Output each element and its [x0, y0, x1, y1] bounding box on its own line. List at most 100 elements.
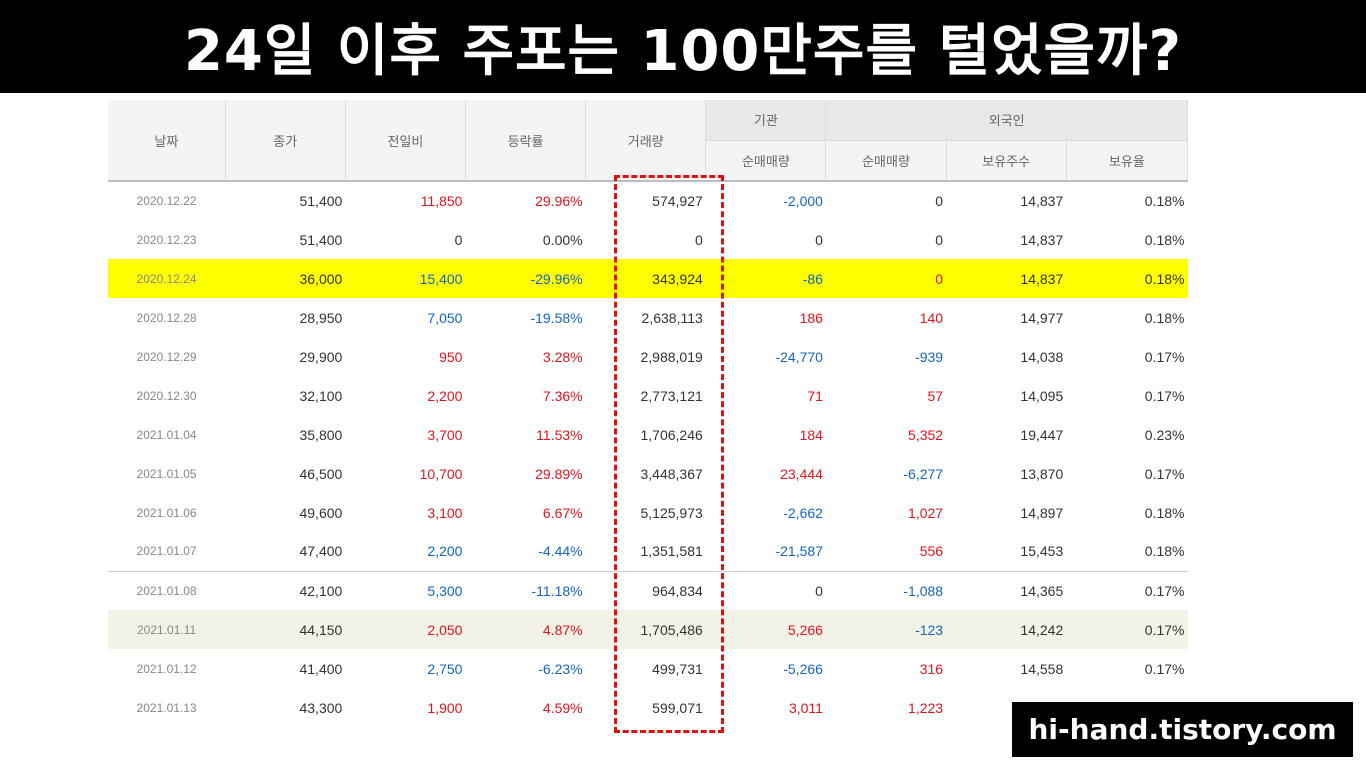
- cell-foreign-net: 57: [927, 387, 944, 404]
- cell-ratio: 0.17%: [1066, 570, 1188, 610]
- header-holdings: 보유주수: [946, 140, 1067, 182]
- cell-foreign-net: -123: [825, 610, 947, 649]
- cell-close: 47,400: [299, 543, 343, 560]
- cell-holdings: 14,558: [1020, 660, 1064, 677]
- cell-close: 42,100: [225, 570, 346, 610]
- header-rate: 등락률: [465, 100, 587, 182]
- cell-foreign-net: 1,027: [908, 504, 944, 521]
- cell-ratio: 0.18%: [1144, 309, 1185, 326]
- cell-ratio: 0.23%: [1144, 426, 1185, 443]
- cell-foreign-net: 140: [919, 309, 944, 326]
- cell-holdings: 14,837: [1020, 193, 1064, 209]
- cell-rate: -29.96%: [465, 259, 586, 298]
- cell-change: 0: [454, 231, 463, 248]
- cell-rate: -11.18%: [465, 570, 586, 610]
- cell-foreign-net: -1,088: [825, 570, 947, 610]
- cell-close: 36,000: [225, 259, 346, 298]
- header-volume: 거래량: [585, 100, 707, 182]
- header-ratio: 보유율: [1066, 140, 1189, 182]
- cell-close: 51,400: [299, 193, 343, 209]
- cell-date: 2021.01.06: [136, 505, 197, 520]
- title-banner: 24일 이후 주포는 100만주를 털었을까?: [0, 0, 1366, 93]
- cell-date: 2020.12.22: [136, 194, 197, 208]
- header-foreign: 외국인: [825, 100, 1188, 141]
- cell-holdings: 14,977: [1020, 309, 1064, 326]
- table-header: 날짜 종가 전일비 등락률 거래량 기관 외국인 순매매량 순매매량 보유주수 …: [108, 100, 1189, 182]
- cell-rate: 29.89%: [535, 465, 583, 482]
- cell-change: 1,900: [427, 699, 463, 716]
- cell-close: 51,400: [299, 231, 343, 248]
- cell-close: 41,400: [299, 660, 343, 677]
- cell-foreign-net: 5,352: [908, 426, 944, 443]
- cell-holdings: 14,897: [1020, 504, 1064, 521]
- cell-change: 2,200: [427, 543, 463, 560]
- cell-ratio: 0.17%: [1144, 348, 1185, 365]
- cell-rate: 3.28%: [542, 348, 583, 365]
- cell-change: 10,700: [419, 465, 463, 482]
- cell-change: 950: [439, 348, 463, 365]
- cell-close: 46,500: [299, 465, 343, 482]
- cell-change: 5,300: [345, 570, 466, 610]
- cell-holdings: 19,447: [1020, 426, 1064, 443]
- cell-ratio: 0.18%: [1144, 193, 1185, 209]
- cell-foreign-net: 0: [935, 231, 944, 248]
- cell-ratio: 0.18%: [1144, 543, 1185, 560]
- cell-rate: 0.00%: [542, 231, 583, 248]
- cell-rate: 7.36%: [542, 387, 583, 404]
- header-date: 날짜: [108, 100, 226, 182]
- cell-holdings: 14,242: [946, 610, 1067, 649]
- cell-foreign-net: -6,277: [903, 465, 944, 482]
- cell-ratio: 0.18%: [1066, 259, 1188, 298]
- cell-date: 2020.12.24: [108, 259, 226, 298]
- cell-ratio: 0.17%: [1144, 660, 1185, 677]
- cell-close: 29,900: [299, 348, 343, 365]
- cell-rate: 6.67%: [542, 504, 583, 521]
- cell-foreign-net: 556: [919, 543, 944, 560]
- cell-rate: 29.96%: [535, 193, 583, 209]
- cell-rate: -19.58%: [530, 309, 583, 326]
- cell-change: 2,050: [345, 610, 466, 649]
- cell-ratio: 0.17%: [1144, 387, 1185, 404]
- cell-holdings: 14,095: [1020, 387, 1064, 404]
- cell-change: 11,850: [420, 193, 463, 209]
- cell-change: 7,050: [427, 309, 463, 326]
- cell-close: 32,100: [299, 387, 343, 404]
- header-close: 종가: [225, 100, 346, 182]
- cell-date: 2021.01.04: [136, 427, 197, 442]
- cell-date: 2020.12.29: [136, 349, 197, 364]
- cell-foreign-net: 0: [825, 259, 947, 298]
- watermark: hi-hand.tistory.com: [1010, 700, 1355, 759]
- cell-date: 2021.01.13: [136, 700, 197, 715]
- cell-close: 35,800: [299, 426, 343, 443]
- cell-rate: 4.87%: [465, 610, 586, 649]
- cell-ratio: 0.18%: [1144, 231, 1185, 248]
- cell-holdings: 13,870: [1020, 465, 1064, 482]
- cell-change: 15,400: [345, 259, 466, 298]
- header-institution: 기관: [705, 100, 827, 141]
- cell-change: 2,200: [427, 387, 463, 404]
- cell-foreign-net: -939: [915, 348, 944, 365]
- cell-holdings: 14,365: [946, 570, 1067, 610]
- cell-rate: -4.44%: [538, 543, 583, 560]
- cell-date: 2021.01.07: [136, 544, 197, 559]
- cell-holdings: 14,837: [946, 259, 1067, 298]
- header-foreign-net: 순매매량: [825, 140, 947, 182]
- cell-date: 2020.12.28: [136, 310, 197, 325]
- cell-holdings: 14,038: [1020, 348, 1064, 365]
- cell-rate: 11.53%: [536, 426, 583, 443]
- cell-holdings: 15,453: [1020, 543, 1064, 560]
- cell-date: 2021.01.12: [136, 661, 197, 676]
- cell-date: 2021.01.11: [108, 610, 226, 649]
- cell-ratio: 0.17%: [1066, 610, 1188, 649]
- cell-change: 2,750: [427, 660, 463, 677]
- cell-ratio: 0.18%: [1144, 504, 1185, 521]
- cell-close: 44,150: [225, 610, 346, 649]
- watermark-text: hi-hand.tistory.com: [1028, 713, 1337, 746]
- header-change: 전일비: [345, 100, 466, 182]
- cell-change: 3,100: [427, 504, 463, 521]
- page-title: 24일 이후 주포는 100만주를 털었을까?: [183, 19, 1183, 84]
- cell-ratio: 0.17%: [1144, 465, 1185, 482]
- cell-date: 2021.01.05: [136, 466, 197, 481]
- cell-date: 2021.01.08: [108, 570, 226, 610]
- volume-highlight-box: [614, 175, 724, 733]
